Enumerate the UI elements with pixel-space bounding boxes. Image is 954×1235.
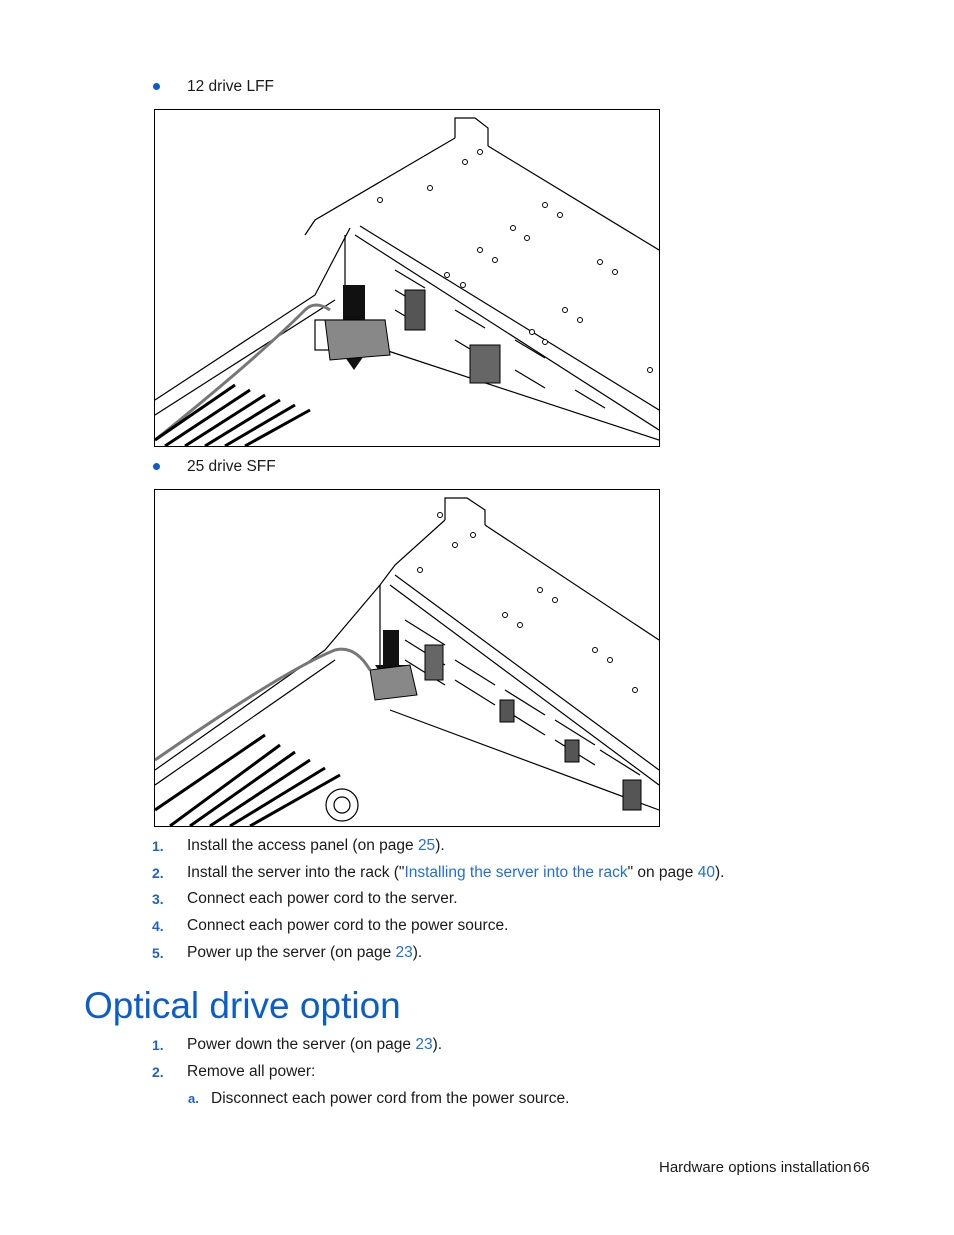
bullet-icon [153, 463, 160, 470]
step-item: 4. [152, 918, 164, 934]
figure-25-drive-sff [154, 489, 660, 827]
figure-caption-sff: 25 drive SFF [187, 458, 276, 475]
footer-section-name: Hardware options installation [659, 1159, 852, 1176]
section-link[interactable]: Installing the server into the rack [404, 864, 627, 881]
page-link[interactable]: 40 [698, 864, 715, 881]
footer-page-number: 66 [853, 1159, 870, 1176]
step-text: Power down the server (on page 23). [187, 1036, 443, 1053]
page-link[interactable]: 23 [415, 1036, 432, 1053]
step-text: Power up the server (on page 23). [187, 944, 423, 961]
step-item: 1. [152, 838, 164, 854]
step-text: Remove all power: [187, 1063, 316, 1080]
page-link[interactable]: 23 [396, 944, 413, 961]
step-text: Install the server into the rack ("Insta… [187, 864, 725, 881]
arrow-icon [383, 630, 399, 670]
page-link[interactable]: 25 [418, 837, 435, 854]
step-text: Connect each power cord to the power sou… [187, 917, 509, 934]
step-item: 2. [152, 1064, 164, 1080]
step-text: Install the access panel (on page 25). [187, 837, 445, 854]
step-item: 5. [152, 945, 164, 961]
figure-12-drive-lff [154, 109, 660, 447]
step-item: 1. [152, 1037, 164, 1053]
substep-text: Disconnect each power cord from the powe… [211, 1090, 570, 1107]
figure-caption-lff: 12 drive LFF [187, 78, 275, 95]
step-item: 2. [152, 865, 164, 881]
section-title: Optical drive option [84, 985, 401, 1026]
server-illustration-sff [155, 497, 659, 826]
bullet-icon [153, 83, 160, 90]
server-illustration-lff [155, 117, 659, 446]
step-text: Connect each power cord to the server. [187, 890, 458, 907]
substep-item: a. [188, 1091, 199, 1106]
step-item: 3. [152, 891, 164, 907]
